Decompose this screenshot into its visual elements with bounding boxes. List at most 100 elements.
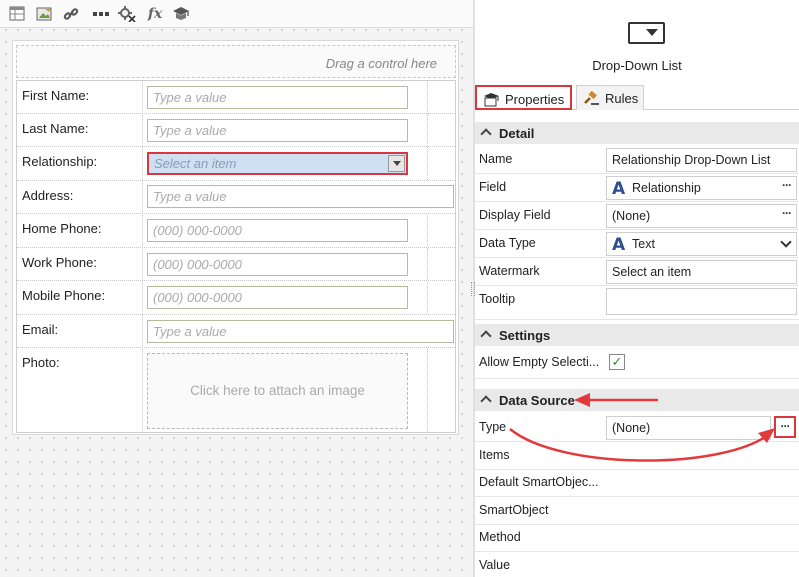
table-icon[interactable]	[8, 5, 26, 22]
relationship-dropdown-placeholder: Select an item	[154, 156, 237, 171]
text-field-icon: A	[612, 179, 626, 199]
home-phone-label: Home Phone:	[22, 221, 102, 236]
tab-rules[interactable]: Rules	[576, 85, 644, 110]
chevron-down-icon[interactable]	[388, 155, 405, 172]
properties-panel: Drop-Down List Properties Rules Detail N…	[475, 0, 799, 577]
property-row-method: Method	[475, 524, 799, 552]
form-row-home-phone: Home Phone: (000) 000-0000	[17, 214, 455, 248]
property-row-field: Field A Relationship ···	[475, 174, 799, 202]
tab-rules-label: Rules	[605, 91, 639, 106]
property-label: Name	[479, 152, 513, 166]
collapse-chevron-icon	[480, 330, 492, 342]
property-row-default-smartobject: Default SmartObjec...	[475, 469, 799, 497]
detail-section-title: Detail	[499, 126, 535, 141]
data-type-select[interactable]: A Text	[606, 232, 797, 256]
type-ellipsis-button[interactable]: ···	[774, 416, 796, 438]
last-name-input[interactable]: Type a value	[147, 119, 408, 142]
settings-section-title: Settings	[499, 328, 551, 343]
mobile-phone-input[interactable]: (000) 000-0000	[147, 286, 408, 309]
property-label: Watermark	[479, 264, 540, 278]
data-type-value: Text	[632, 237, 655, 251]
property-label: Data Type	[479, 236, 536, 250]
control-type-title: Drop-Down List	[592, 58, 682, 73]
property-row-type: Type (None) ···	[475, 414, 799, 442]
form-design-canvas: fx Drag a control here First Name: Type …	[0, 0, 473, 577]
dropdown-list-icon	[628, 22, 665, 44]
name-value-field[interactable]: Relationship Drop-Down List	[606, 148, 797, 172]
relationship-dropdown[interactable]: Select an item	[147, 152, 408, 175]
relationship-label: Relationship:	[22, 154, 98, 169]
property-label: Type	[479, 420, 507, 434]
property-label: Tooltip	[479, 292, 516, 306]
first-name-input[interactable]: Type a value	[147, 86, 408, 109]
image-edit-icon[interactable]	[35, 5, 53, 22]
property-label: Display Field	[479, 208, 551, 222]
detail-section-header[interactable]: Detail	[475, 122, 799, 144]
property-label: Default SmartObjec...	[479, 475, 599, 489]
property-label: Field	[479, 180, 507, 194]
display-field-value[interactable]: (None) ···	[606, 204, 797, 228]
properties-icon	[483, 92, 500, 110]
form-row-work-phone: Work Phone: (000) 000-0000	[17, 248, 455, 281]
work-phone-input[interactable]: (000) 000-0000	[147, 253, 408, 276]
ellipsis-icon[interactable]	[92, 5, 110, 22]
field-value-text: Relationship	[632, 181, 701, 195]
address-input[interactable]: Type a value	[147, 185, 454, 208]
property-row-smartobject: SmartObject	[475, 497, 799, 525]
property-row-name: Name Relationship Drop-Down List	[475, 146, 799, 174]
drop-zone[interactable]: Drag a control here	[16, 45, 456, 78]
email-input[interactable]: Type a value	[147, 320, 454, 343]
address-label: Address:	[22, 188, 74, 203]
text-type-icon: A	[612, 235, 626, 255]
link-icon[interactable]	[62, 5, 80, 22]
form-table: First Name: Type a value Last Name: Type…	[16, 80, 456, 433]
tab-properties[interactable]: Properties	[475, 85, 572, 110]
display-field-text: (None)	[612, 209, 651, 223]
allow-empty-checkbox[interactable]: ✓	[609, 354, 625, 370]
designer-toolbar: fx	[0, 0, 473, 28]
last-name-label: Last Name:	[22, 121, 89, 136]
graduation-cap-icon[interactable]	[172, 5, 190, 22]
tooltip-field[interactable]	[606, 288, 797, 315]
ellipsis-icon[interactable]: ···	[782, 206, 792, 220]
first-name-label: First Name:	[22, 88, 90, 103]
fx-icon[interactable]: fx	[146, 5, 164, 22]
form-row-photo: Photo: Click here to attach an image	[17, 348, 455, 432]
form-row-mobile-phone: Mobile Phone: (000) 000-0000	[17, 281, 455, 315]
watermark-field[interactable]: Select an item	[606, 260, 797, 284]
property-row-items: Items	[475, 442, 799, 470]
form-view: Drag a control here First Name: Type a v…	[12, 40, 459, 435]
property-row-tooltip: Tooltip	[475, 286, 799, 320]
tab-properties-label: Properties	[505, 92, 565, 107]
form-row-address: Address: Type a value	[17, 181, 455, 214]
settings-cross-icon[interactable]	[118, 5, 136, 22]
work-phone-label: Work Phone:	[22, 255, 97, 270]
field-value-field[interactable]: A Relationship ···	[606, 176, 797, 200]
data-source-section-title: Data Source	[499, 393, 575, 408]
email-label: Email:	[22, 322, 59, 337]
image-attachment-area[interactable]: Click here to attach an image	[147, 353, 408, 429]
property-label: Items	[479, 448, 510, 462]
form-row-first-name: First Name: Type a value	[17, 81, 455, 114]
property-label: Value	[479, 558, 511, 572]
property-row-watermark: Watermark Select an item	[475, 258, 799, 286]
property-row-allow-empty: Allow Empty Selecti... ✓	[475, 349, 799, 379]
property-label: Method	[479, 530, 521, 544]
settings-section-header[interactable]: Settings	[475, 324, 799, 346]
type-value-field[interactable]: (None)	[606, 416, 771, 440]
property-label: Allow Empty Selecti...	[479, 355, 600, 369]
collapse-chevron-icon	[480, 395, 492, 407]
data-source-section-header[interactable]: Data Source	[475, 389, 799, 411]
mobile-phone-label: Mobile Phone:	[22, 288, 106, 303]
gavel-icon	[583, 90, 600, 109]
photo-label: Photo:	[22, 355, 60, 370]
property-row-value: Value	[475, 552, 799, 577]
form-row-last-name: Last Name: Type a value	[17, 114, 455, 147]
property-row-display-field: Display Field (None) ···	[475, 202, 799, 230]
home-phone-input[interactable]: (000) 000-0000	[147, 219, 408, 242]
property-row-data-type: Data Type A Text	[475, 230, 799, 258]
ellipsis-icon[interactable]: ···	[782, 178, 792, 192]
collapse-chevron-icon	[480, 128, 492, 140]
form-row-relationship: Relationship: Select an item	[17, 147, 455, 181]
chevron-down-icon[interactable]	[780, 236, 792, 248]
